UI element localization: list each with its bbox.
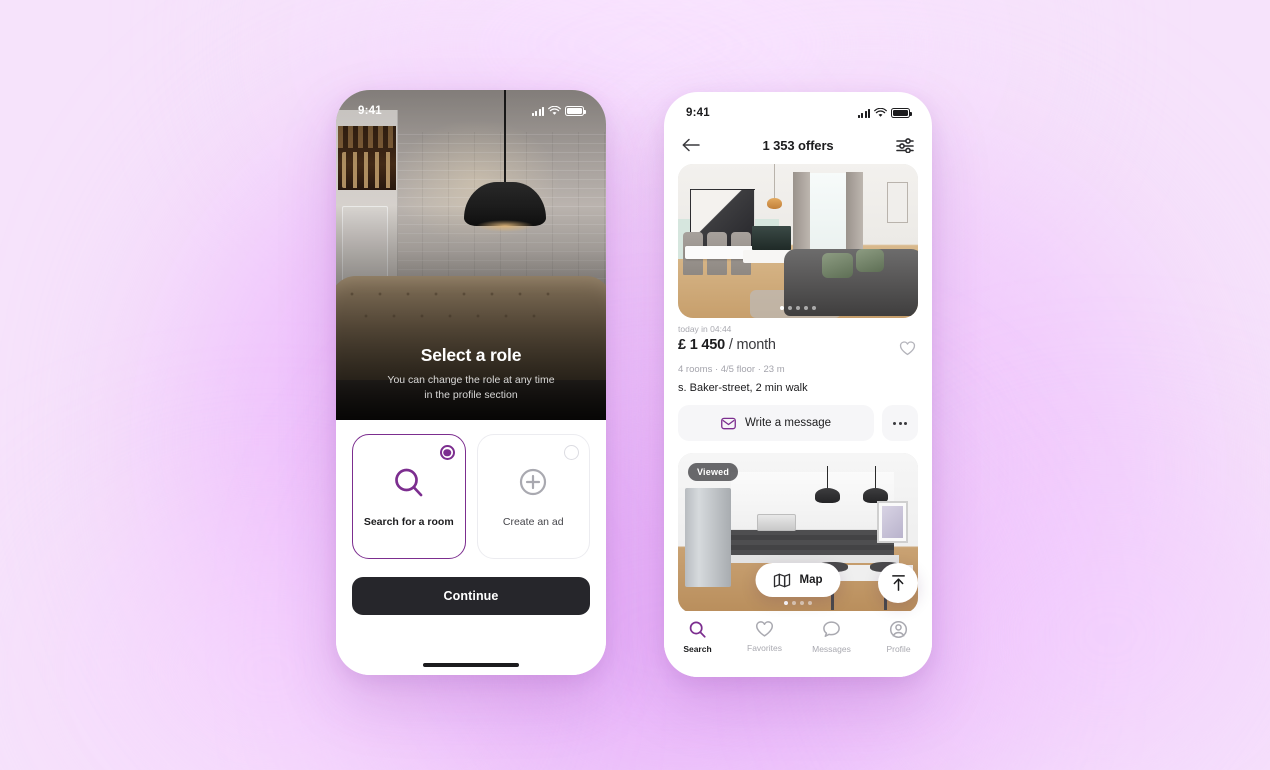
page-subtitle: You can change the role at any time in t… bbox=[358, 373, 584, 405]
home-indicator bbox=[423, 662, 519, 667]
bottom-tab-bar: Search Favorites Messages Profile bbox=[664, 611, 932, 677]
role-label-create-an-ad: Create an ad bbox=[502, 516, 564, 528]
onboarding-phone-mockup: Select a role You can change the role at… bbox=[336, 90, 606, 675]
picture-frame bbox=[886, 182, 909, 223]
back-button[interactable] bbox=[680, 134, 702, 156]
radio-search-for-a-room[interactable] bbox=[439, 445, 455, 460]
battery-icon bbox=[891, 108, 912, 118]
background-glow-lower-right bbox=[900, 470, 1270, 770]
filter-sliders-icon bbox=[896, 138, 914, 153]
hero-text-block: Select a role You can change the role at… bbox=[336, 345, 606, 405]
heart-icon bbox=[755, 621, 774, 637]
apartment-living-room-photo bbox=[678, 164, 918, 318]
cushion bbox=[822, 253, 854, 278]
cushion bbox=[855, 248, 885, 272]
tab-label-search: Search bbox=[683, 644, 712, 654]
listing-posted-time: today in 04:44 bbox=[678, 324, 732, 334]
page-title: Select a role bbox=[420, 344, 522, 365]
hero-image: Select a role You can change the role at… bbox=[336, 90, 606, 420]
listing-price-period: / month bbox=[728, 337, 776, 353]
backsplash bbox=[730, 529, 894, 556]
more-options-button[interactable] bbox=[882, 405, 918, 441]
status-bar-time: 9:41 bbox=[686, 107, 710, 119]
page-subtitle-line-2: in the profile section bbox=[424, 389, 518, 402]
more-dots-icon bbox=[893, 421, 896, 425]
search-icon bbox=[394, 468, 423, 497]
status-bar: 9:41 bbox=[336, 90, 606, 124]
role-label-search-for-a-room: Search for a room bbox=[363, 516, 454, 528]
listing-card[interactable]: today in 04:44 £ 1 450 / month 4 rooms ·… bbox=[664, 164, 932, 441]
radio-create-an-ad[interactable] bbox=[564, 445, 579, 460]
microwave bbox=[757, 513, 796, 532]
user-icon bbox=[889, 620, 908, 639]
map-icon bbox=[773, 573, 791, 587]
pendant-lamp bbox=[764, 164, 786, 209]
arrow-up-to-line-icon bbox=[891, 575, 905, 591]
pendant-lamp bbox=[817, 465, 838, 504]
app-bar: 1 353 offers bbox=[664, 126, 932, 164]
cellular-bars-icon bbox=[532, 106, 544, 116]
write-message-button[interactable]: Write a message bbox=[678, 405, 874, 441]
cellular-bars-icon bbox=[858, 108, 870, 118]
filter-button[interactable] bbox=[894, 134, 916, 156]
envelope-icon bbox=[721, 417, 736, 429]
status-bar-icons bbox=[858, 108, 912, 118]
arrow-left-icon bbox=[682, 138, 700, 152]
role-card-row: Search for a room Create an ad bbox=[352, 434, 590, 559]
chat-icon bbox=[823, 621, 840, 638]
photo-carousel-dots[interactable] bbox=[780, 306, 816, 310]
tab-messages[interactable]: Messages bbox=[798, 620, 865, 654]
favorite-button[interactable] bbox=[896, 337, 918, 359]
listing-price-row: £ 1 450 / month bbox=[678, 337, 918, 359]
battery-icon bbox=[565, 106, 586, 116]
offers-phone-mockup: 9:41 1 353 offers today in 04:44 £ 1 450… bbox=[664, 92, 932, 677]
status-bar-time: 9:41 bbox=[358, 105, 382, 117]
scroll-to-top-button[interactable] bbox=[878, 563, 918, 603]
continue-button[interactable]: Continue bbox=[352, 577, 590, 615]
role-selection-section: Search for a room Create an ad Continue bbox=[336, 420, 606, 675]
tab-favorites[interactable]: Favorites bbox=[731, 620, 798, 653]
map-button[interactable]: Map bbox=[755, 563, 841, 597]
tab-label-profile: Profile bbox=[886, 644, 911, 654]
television bbox=[752, 225, 791, 251]
picture-frame bbox=[877, 501, 909, 543]
refrigerator bbox=[685, 488, 731, 588]
page-subtitle-line-1: You can change the role at any time bbox=[387, 373, 555, 386]
plus-circle-icon bbox=[520, 468, 547, 496]
search-icon bbox=[689, 621, 706, 638]
status-bar: 9:41 bbox=[664, 92, 932, 126]
heart-outline-icon bbox=[899, 341, 915, 356]
listing-actions: Write a message bbox=[678, 405, 918, 441]
pendant-lamp bbox=[865, 465, 886, 504]
listing-price: £ 1 450 / month bbox=[678, 337, 776, 353]
tab-profile[interactable]: Profile bbox=[865, 620, 932, 654]
wifi-icon bbox=[874, 108, 887, 117]
wifi-icon bbox=[548, 106, 561, 115]
viewed-badge: Viewed bbox=[688, 463, 739, 481]
listing-address: s. Baker-street, 2 min walk bbox=[678, 382, 808, 394]
write-message-label: Write a message bbox=[744, 417, 832, 429]
map-button-label: Map bbox=[799, 574, 823, 586]
tab-search[interactable]: Search bbox=[664, 620, 731, 654]
more-dots-icon bbox=[904, 421, 907, 425]
tab-label-favorites: Favorites bbox=[747, 643, 782, 653]
status-bar-icons bbox=[532, 106, 586, 116]
role-card-search-for-a-room[interactable]: Search for a room bbox=[352, 434, 466, 559]
listing-specs: 4 rooms · 4/5 floor · 23 m bbox=[678, 364, 785, 375]
page-title: 1 353 offers bbox=[762, 137, 834, 153]
role-card-create-an-ad[interactable]: Create an ad bbox=[476, 434, 590, 559]
more-dots-icon bbox=[898, 421, 902, 425]
tab-label-messages: Messages bbox=[812, 644, 851, 654]
listing-price-amount: £ 1 450 bbox=[678, 337, 725, 353]
listing-photo[interactable] bbox=[678, 164, 918, 318]
photo-carousel-dots[interactable] bbox=[784, 601, 812, 605]
